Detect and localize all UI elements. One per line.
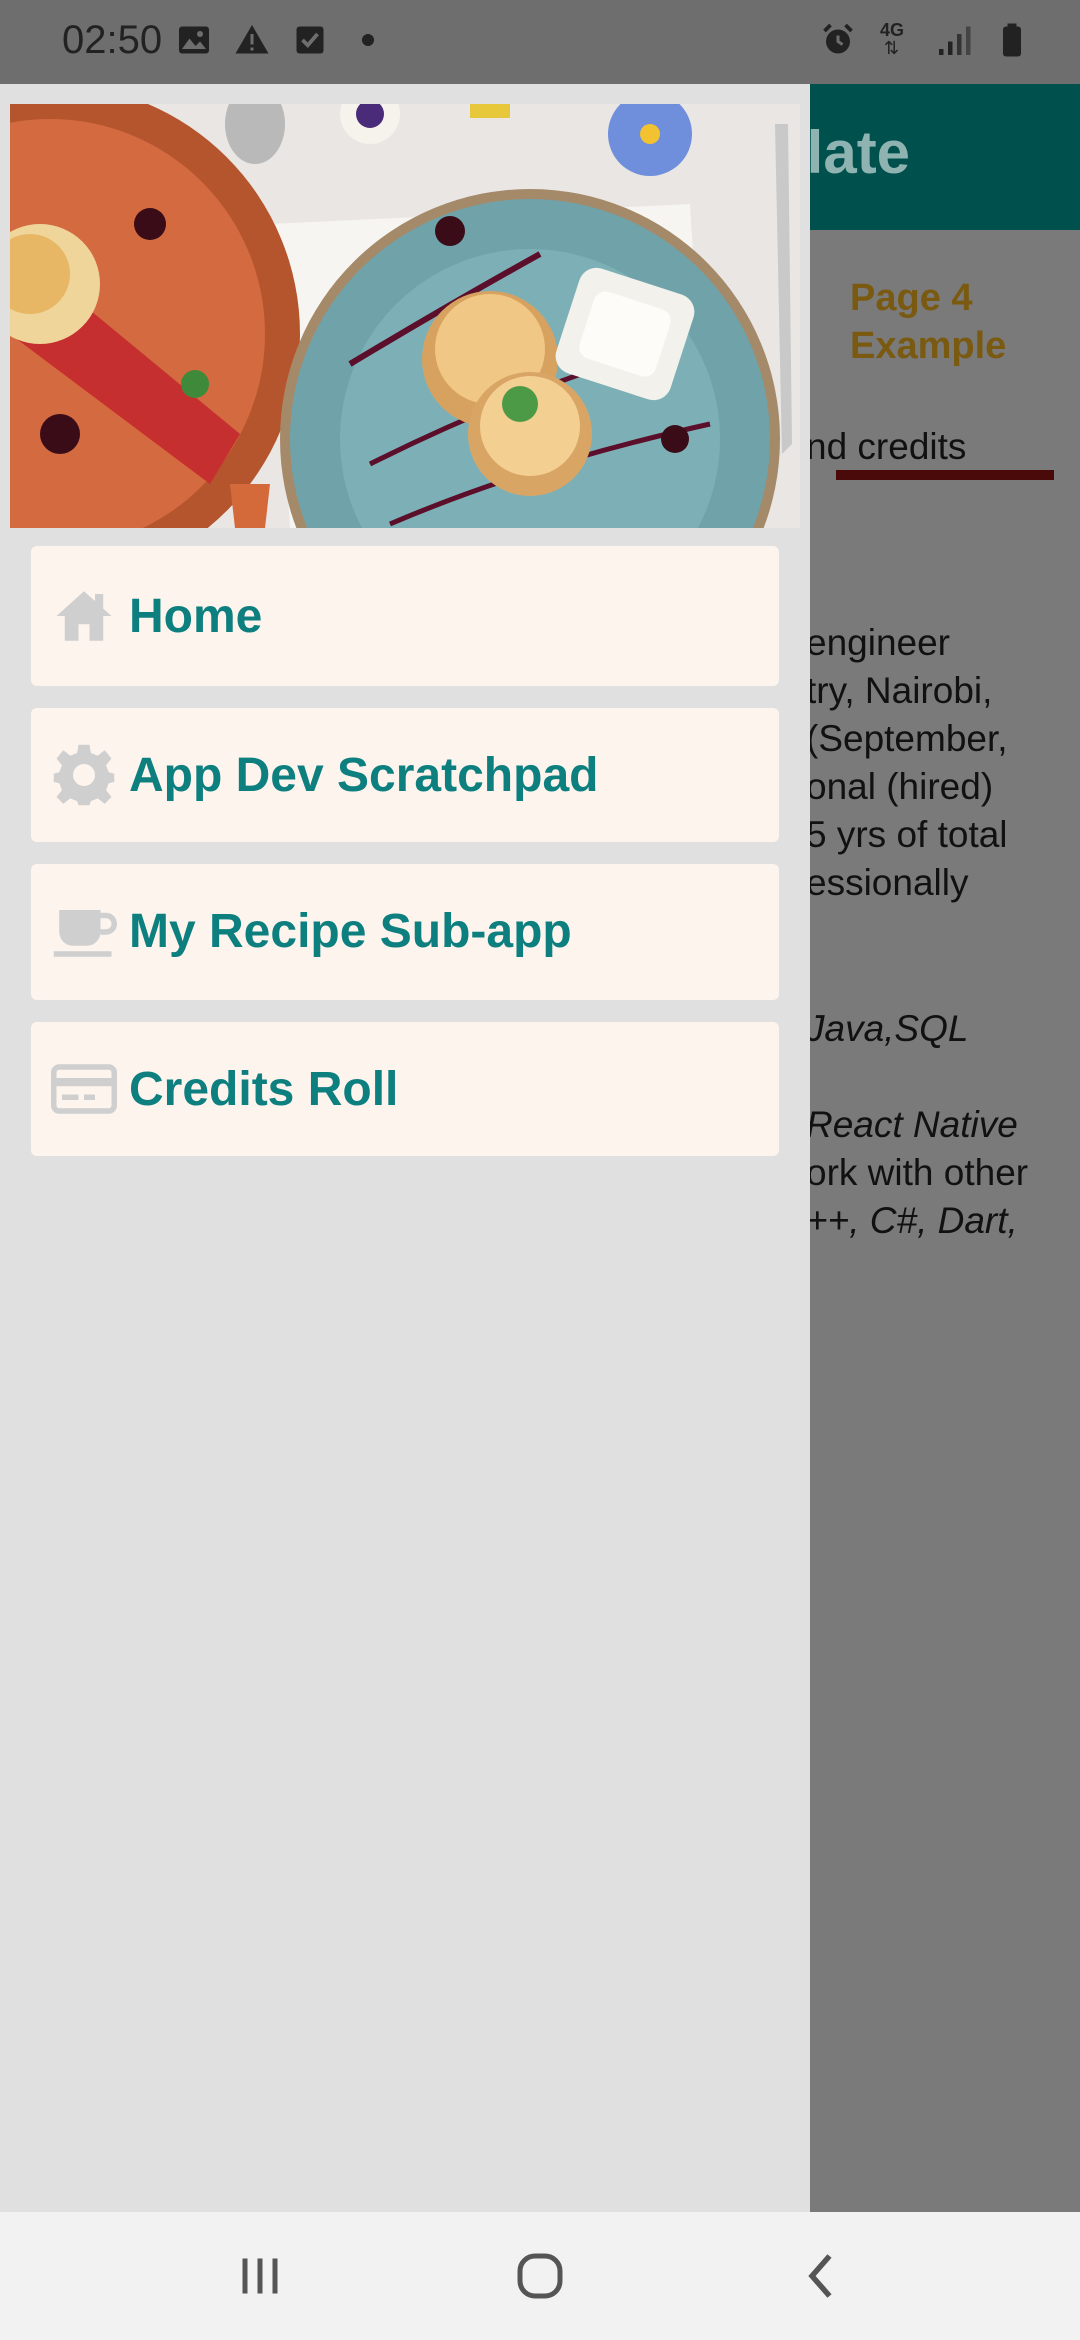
coffee-cup-icon	[53, 910, 117, 957]
status-icons-right: 4G ⇅	[820, 20, 1030, 60]
status-icons-left	[176, 22, 386, 58]
dot-icon	[362, 34, 374, 46]
content-line: ++, C#, Dart,	[806, 1200, 1018, 1241]
home-icon	[56, 591, 112, 641]
4g-icon: 4G ⇅	[880, 20, 905, 58]
tab-label: Page 4 Example	[850, 277, 1007, 367]
recent-apps-icon[interactable]	[230, 2246, 290, 2306]
home-circle-icon[interactable]	[510, 2246, 570, 2306]
content-line: React Native	[806, 1104, 1018, 1145]
drawer-item-label: My Recipe Sub-app	[129, 905, 572, 958]
drawer-item-my-recipe-sub-app[interactable]: My Recipe Sub-app	[31, 864, 779, 1000]
drawer-item-app-dev-scratchpad[interactable]: App Dev Scratchpad	[31, 708, 779, 842]
content-line: 5 yrs of total	[806, 814, 1008, 855]
gear-icon	[53, 744, 115, 806]
credit-card-icon	[51, 1064, 117, 1114]
content-line: nd credits	[806, 426, 967, 467]
drawer-item-label: Credits Roll	[129, 1063, 399, 1116]
tab-indicator	[836, 470, 1054, 480]
image-icon	[179, 26, 209, 54]
status-bar: 02:50 4G ⇅	[0, 0, 1080, 84]
status-time: 02:50	[62, 18, 163, 62]
drawer-item-credits-roll[interactable]: Credits Roll	[31, 1022, 779, 1156]
drawer-item-home[interactable]: Home	[31, 546, 779, 686]
navigation-drawer: Home App Dev Scratchpad My Recipe Sub-ap…	[0, 84, 810, 2212]
content-line: ork with other	[806, 1152, 1029, 1193]
content-line: essionally	[806, 862, 969, 903]
content-line: (September,	[806, 718, 1008, 759]
content-line: onal (hired)	[806, 766, 994, 807]
alarm-icon	[823, 23, 853, 54]
signal-icon	[939, 26, 971, 55]
drawer-item-label: App Dev Scratchpad	[129, 749, 599, 802]
content-line: try, Nairobi,	[806, 670, 993, 711]
content-line: Java,SQL	[806, 1008, 969, 1049]
battery-icon	[1003, 23, 1021, 57]
warning-icon	[235, 25, 269, 54]
drawer-header-image	[10, 104, 800, 528]
checkbox-icon	[296, 26, 324, 54]
content-line: engineer	[806, 622, 951, 663]
back-icon[interactable]	[792, 2246, 852, 2306]
drawer-item-label: Home	[129, 590, 263, 643]
system-nav-bar	[0, 2212, 1080, 2340]
